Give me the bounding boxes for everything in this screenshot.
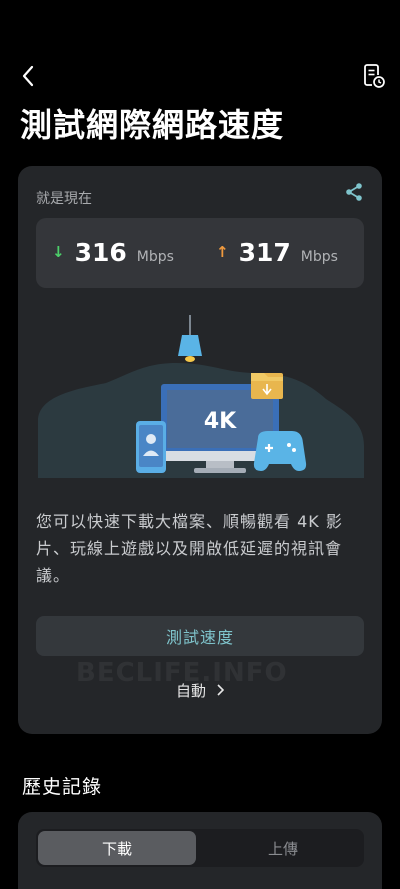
tab-download[interactable]: 下載 [38, 831, 196, 865]
upload-speed: ↑ 317 Mbps [216, 238, 338, 267]
test-speed-button[interactable]: 測試速度 [36, 616, 364, 656]
chevron-right-icon [216, 684, 224, 696]
download-value: 316 [74, 238, 127, 267]
history-section-title: 歷史記錄 [22, 776, 103, 798]
tab-upload[interactable]: 上傳 [204, 831, 362, 865]
chevron-left-icon [22, 65, 34, 87]
auto-label: 自動 [175, 681, 206, 700]
download-speed: ↓ 316 Mbps [52, 238, 174, 267]
upload-value: 317 [238, 238, 291, 267]
page-title: 測試網際網路速度 [20, 106, 285, 144]
description-text: 您可以快速下載大檔案、順暢觀看 4K 影片、玩線上遊戲以及開啟低延遲的視訊會議。 [36, 512, 343, 585]
card-label: 就是現在 [36, 191, 92, 207]
network-illustration: 4K [38, 315, 364, 478]
back-button[interactable] [14, 62, 42, 90]
history-button[interactable] [360, 62, 388, 90]
auto-button[interactable]: 自動 [18, 678, 382, 702]
speed-card: 就是現在 ↓ 316 Mbps ↑ 317 Mbps 4K 您可以快速下載大檔案… [18, 166, 382, 734]
history-log-icon [364, 64, 385, 88]
download-arrow-icon: ↓ [52, 243, 65, 261]
share-icon [346, 183, 362, 201]
screen-text: 4K [204, 409, 237, 434]
header: 測試網際網路速度 [0, 0, 400, 150]
download-unit: Mbps [136, 249, 174, 265]
history-tab-switch: 下載 上傳 [36, 829, 364, 867]
share-button[interactable] [342, 180, 366, 204]
speed-summary: ↓ 316 Mbps ↑ 317 Mbps [36, 218, 364, 288]
upload-unit: Mbps [300, 249, 338, 265]
history-card: 下載 上傳 [18, 812, 382, 889]
upload-arrow-icon: ↑ [216, 243, 229, 261]
